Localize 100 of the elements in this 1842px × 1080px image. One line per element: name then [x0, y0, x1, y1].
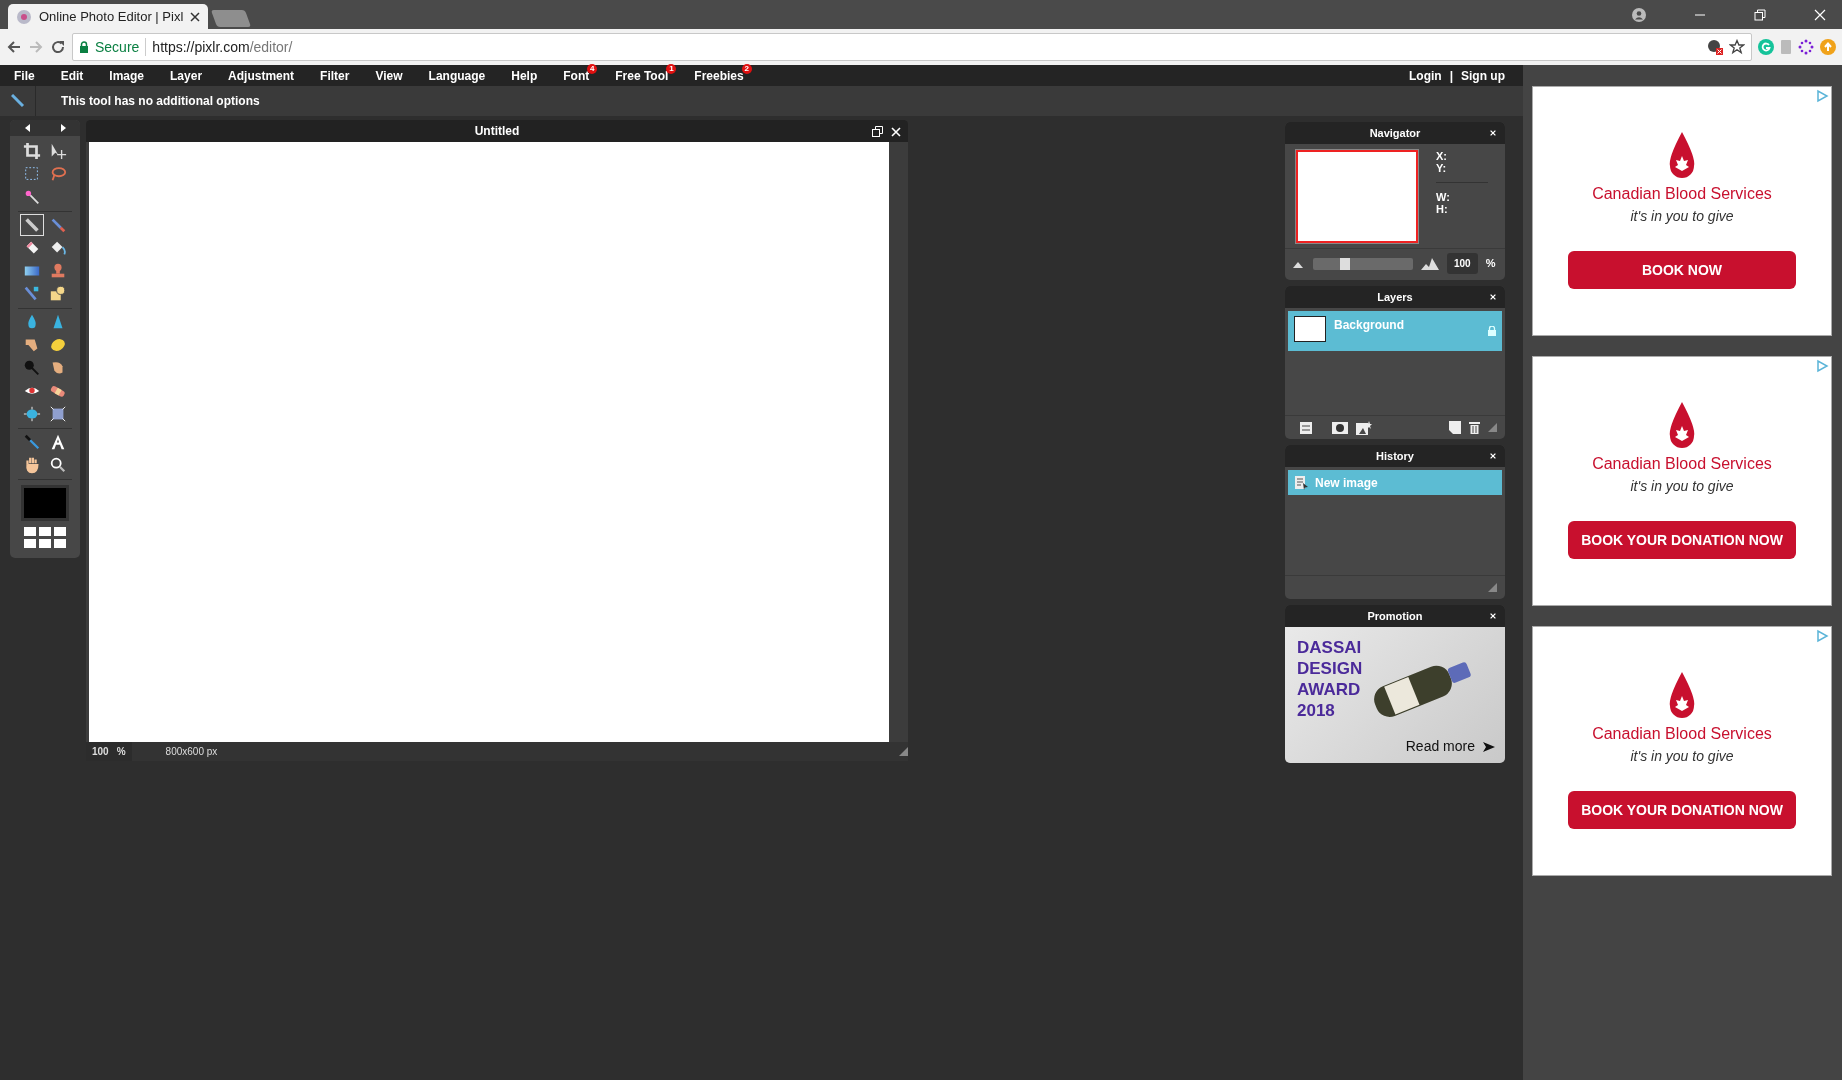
menu-item[interactable]: Adjustment — [228, 66, 295, 85]
menu-item[interactable]: Free Tool — [615, 68, 669, 83]
zoom-field[interactable]: 100 — [1447, 253, 1478, 274]
menu-item[interactable]: Layer — [170, 66, 203, 85]
swatch-square[interactable] — [39, 539, 51, 548]
restore-icon[interactable] — [872, 126, 883, 137]
organization-name: Canadian Blood Services — [1592, 184, 1772, 204]
banner-headline: DASSAI — [1297, 637, 1363, 658]
tool-button[interactable] — [20, 214, 44, 236]
bloat-icon — [23, 405, 41, 423]
stamp-icon — [49, 262, 67, 280]
hand-icon — [23, 456, 41, 474]
signup-link[interactable]: Sign up — [1461, 66, 1505, 85]
blood-drop-icon — [1668, 672, 1696, 718]
book-button[interactable]: BOOK YOUR DONATION NOW — [1568, 791, 1796, 829]
swatch-square[interactable] — [54, 527, 66, 536]
blood-drop-icon — [1668, 132, 1696, 178]
notification-badge: 2 — [741, 63, 752, 74]
cookie-icon[interactable] — [1707, 39, 1723, 55]
left-arrow-icon[interactable] — [24, 124, 31, 132]
pencil-icon — [10, 94, 25, 108]
brush-icon — [23, 285, 41, 303]
promotion-banner[interactable]: DASSAI DESIGN AWARD 2018 Read more — [1285, 627, 1505, 763]
sponge-icon — [49, 336, 67, 354]
panel-title: Promotion — [1367, 608, 1423, 624]
resize-grip-icon[interactable] — [899, 747, 908, 756]
menu-item[interactable]: Image — [109, 66, 145, 85]
restore-icon[interactable] — [1754, 8, 1766, 21]
back-icon[interactable] — [6, 39, 22, 55]
ad-banner[interactable]: Canadian Blood Services it's in you to give BOOK YOUR DONATION NOW — [1532, 626, 1832, 876]
reload-icon[interactable] — [50, 39, 66, 55]
zoom-unit: % — [116, 745, 126, 759]
resize-grip-icon[interactable] — [1488, 583, 1497, 592]
history-label: New image — [1315, 474, 1378, 492]
add-effect-icon[interactable] — [1356, 420, 1372, 435]
menu-item[interactable]: File — [14, 66, 35, 85]
menu-item[interactable]: Help — [511, 66, 538, 85]
secure-label: Secure — [95, 37, 140, 57]
url-text: https://pixlr.com/editor/ — [152, 37, 293, 57]
dots-icon[interactable] — [1798, 39, 1814, 55]
move-icon — [49, 142, 67, 160]
blood-drop-icon — [1668, 402, 1696, 448]
banner-headline: AWARD — [1297, 679, 1362, 700]
menu-item[interactable]: Edit — [60, 66, 84, 85]
layer-thumbnail — [1294, 316, 1326, 342]
zoom-value[interactable]: 100 — [92, 744, 109, 759]
menu-item[interactable]: Filter — [320, 66, 350, 85]
account-icon[interactable] — [1632, 7, 1646, 22]
swatch-square[interactable] — [39, 527, 51, 536]
trash-icon[interactable] — [1469, 421, 1480, 434]
mask-icon[interactable] — [1332, 421, 1348, 434]
book-button[interactable]: BOOK NOW — [1568, 251, 1796, 289]
menu-item[interactable]: Language — [428, 66, 486, 85]
book-button[interactable]: BOOK YOUR DONATION NOW — [1568, 521, 1796, 559]
ad-banner[interactable]: Canadian Blood Services it's in you to give BOOK NOW — [1532, 86, 1832, 336]
read-more-link[interactable]: Read more — [1405, 736, 1475, 757]
image-size: 800x600 px — [165, 745, 219, 759]
organization-name: Canadian Blood Services — [1592, 724, 1772, 744]
burn-icon — [23, 359, 41, 377]
pencil-icon — [23, 216, 41, 234]
navigator-preview[interactable] — [1296, 150, 1418, 243]
close-icon[interactable] — [190, 11, 201, 22]
zoom-in-icon[interactable] — [1421, 257, 1439, 270]
zoom-icon — [49, 456, 67, 474]
pinch-icon — [49, 405, 67, 423]
zoom-unit: % — [1485, 256, 1496, 272]
globe-icon — [16, 8, 32, 25]
menu-item[interactable]: View — [375, 66, 403, 85]
new-tab-button[interactable] — [211, 10, 252, 27]
star-icon[interactable] — [1729, 39, 1745, 55]
tool-options-text: This tool has no additional options — [61, 93, 260, 110]
eyedropper-icon — [23, 433, 41, 451]
swatch-square[interactable] — [24, 539, 36, 548]
menu-item[interactable]: Font — [563, 68, 590, 83]
shapes-icon — [49, 285, 67, 303]
ad-banner[interactable]: Canadian Blood Services it's in you to give BOOK YOUR DONATION NOW — [1532, 356, 1832, 606]
menu-item[interactable]: Freebies — [694, 68, 744, 83]
coordinate-label: Y: — [1436, 162, 1448, 174]
adjustments-icon[interactable] — [1300, 421, 1312, 434]
new-layer-icon[interactable] — [1449, 421, 1461, 434]
address-bar[interactable]: Secure https://pixlr.com/editor/ — [72, 33, 1752, 61]
resize-grip-icon[interactable] — [1488, 423, 1497, 432]
browser-tab[interactable]: Online Photo Editor | Pixl — [8, 4, 209, 29]
tagline-text: it's in you to give — [1630, 477, 1734, 496]
wand-icon — [23, 188, 41, 206]
layer-name: Background — [1334, 317, 1405, 334]
login-link[interactable]: Login — [1409, 66, 1442, 85]
lock-icon — [79, 41, 89, 53]
slider-thumb[interactable] — [1340, 257, 1350, 270]
panel-title: Layers — [1377, 289, 1413, 305]
bucket-icon — [49, 239, 67, 257]
swatch-square[interactable] — [24, 527, 36, 536]
swatch-square[interactable] — [54, 539, 66, 548]
dimension-label: W: — [1436, 191, 1451, 203]
document-title: Untitled — [474, 123, 520, 140]
document-icon — [1295, 475, 1309, 490]
color-swatch[interactable] — [24, 488, 66, 518]
arrow-icon — [1483, 741, 1495, 752]
right-arrow-icon[interactable] — [59, 124, 66, 132]
text-icon — [49, 433, 67, 451]
